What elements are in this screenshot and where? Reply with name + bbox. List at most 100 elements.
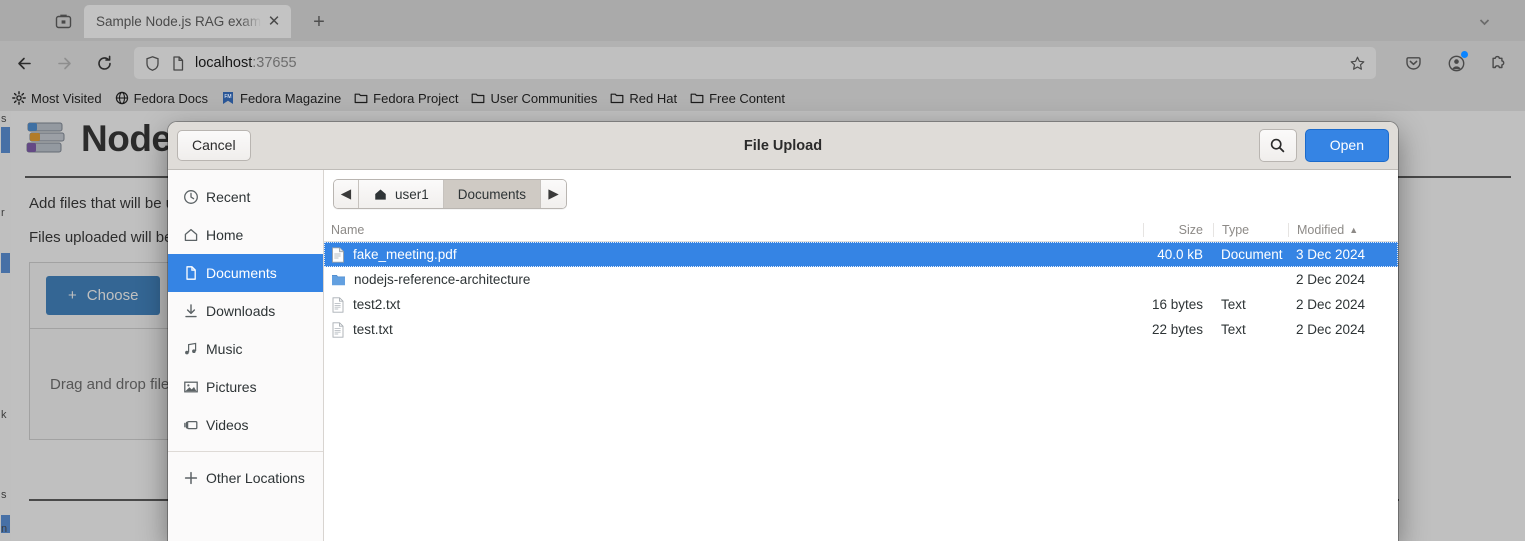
column-header-modified-label: Modified [1297,222,1345,237]
home-icon [183,227,206,243]
bookmark-label: Fedora Magazine [240,90,342,106]
sidebar-item-documents[interactable]: Documents [168,254,323,292]
table-row[interactable]: test.txt 22 bytes Text 2 Dec 2024 [324,317,1398,342]
text-file-icon [331,321,345,338]
reload-button-icon[interactable] [89,48,120,79]
extensions-icon[interactable] [1484,48,1515,79]
file-upload-dialog: Cancel File Upload Open Recent Home Docu… [168,122,1398,541]
bookmark-fedora-project[interactable]: Fedora Project [354,88,458,108]
path-bar: ◀ user1 Documents ▶ [324,170,1398,218]
sidebar-item-label: Downloads [206,303,276,319]
file-type: Text [1221,322,1246,337]
forward-button-icon[interactable] [49,48,80,79]
url-port: :37655 [252,55,297,71]
folder-icon [331,272,346,288]
browser-window: Sample Node.js RAG example ✕ + localhost… [0,0,1525,541]
path-back-button[interactable]: ◀ [334,180,359,208]
text-file-icon [331,296,345,313]
folder-icon [610,91,624,105]
column-header-modified[interactable]: Modified ▲ [1288,222,1398,237]
document-icon [183,265,206,281]
breadcrumb-label: user1 [395,186,429,202]
bookmarks-toolbar: Most Visited Fedora Docs FM Fedora Magaz… [0,85,1525,111]
file-size: 16 bytes [1151,297,1203,312]
page-info-icon[interactable] [170,55,186,72]
svg-text:FM: FM [224,94,231,100]
file-browser-pane: ◀ user1 Documents ▶ Name Size Type Modif… [324,170,1398,541]
new-tab-button[interactable]: + [304,7,334,37]
firefox-view-icon[interactable] [46,6,80,36]
file-size: 22 bytes [1151,322,1203,337]
bookmark-label: Red Hat [629,90,678,106]
sidebar-item-label: Recent [206,189,251,205]
sidebar-item-pictures[interactable]: Pictures [168,368,323,406]
close-tab-icon[interactable]: ✕ [263,11,285,33]
sidebar-item-recent[interactable]: Recent [168,178,323,216]
account-icon[interactable] [1441,48,1472,79]
shield-icon[interactable] [144,55,161,72]
breadcrumb-label: Documents [457,186,527,202]
places-sidebar: Recent Home Documents Downloads Music Pi… [168,170,324,541]
url-text[interactable]: localhost:37655 [195,55,297,71]
bookmark-fedora-docs[interactable]: Fedora Docs [115,88,208,108]
path-forward-button[interactable]: ▶ [541,180,567,208]
toolbar-end-icons [1386,48,1525,79]
column-header-type[interactable]: Type [1213,222,1288,237]
sidebar-item-other-locations[interactable]: Other Locations [168,459,323,497]
table-row[interactable]: fake_meeting.pdf 40.0 kB Document 3 Dec … [324,242,1398,267]
file-modified: 2 Dec 2024 [1296,322,1366,337]
table-row[interactable]: test2.txt 16 bytes Text 2 Dec 2024 [324,292,1398,317]
sidebar-item-label: Documents [206,265,277,281]
dialog-header-bar: Cancel File Upload Open [168,122,1398,170]
breadcrumb: ◀ user1 Documents ▶ [333,179,568,209]
search-icon[interactable] [1258,129,1297,162]
bookmark-red-hat[interactable]: Red Hat [610,88,677,108]
sidebar-item-label: Other Locations [206,470,305,486]
tab-title: Sample Node.js RAG example [96,14,263,29]
list-all-tabs-chevron-down-icon[interactable] [1471,8,1497,34]
sidebar-item-label: Music [206,341,243,357]
bookmark-label: Fedora Docs [133,90,208,106]
music-icon [183,341,206,357]
sidebar-item-videos[interactable]: Videos [168,406,323,444]
video-icon [183,417,206,433]
fm-bookmark-icon: FM [221,91,235,105]
tab-bar: Sample Node.js RAG example ✕ + [0,0,1525,41]
back-button-icon[interactable] [9,48,40,79]
plus-icon [183,470,206,486]
column-header-size[interactable]: Size [1143,222,1213,237]
file-type: Document [1221,247,1283,262]
file-modified: 3 Dec 2024 [1296,247,1366,262]
file-name-cell: fake_meeting.pdf [324,246,1143,263]
bookmark-user-communities[interactable]: User Communities [471,88,597,108]
picture-icon [183,379,206,395]
folder-icon [690,91,704,105]
sidebar-item-music[interactable]: Music [168,330,323,368]
breadcrumb-user1[interactable]: user1 [359,180,444,208]
bookmark-fedora-magazine[interactable]: FM Fedora Magazine [221,88,341,108]
sidebar-item-label: Videos [206,417,249,433]
breadcrumb-documents[interactable]: Documents [443,180,542,208]
file-name: fake_meeting.pdf [353,247,457,262]
sidebar-item-downloads[interactable]: Downloads [168,292,323,330]
browser-tab[interactable]: Sample Node.js RAG example ✕ [84,5,291,38]
download-icon [183,303,206,319]
cancel-button[interactable]: Cancel [177,129,251,162]
bookmark-label: User Communities [490,90,598,106]
pocket-save-icon[interactable] [1398,48,1429,79]
bookmark-star-icon[interactable] [1344,50,1370,76]
table-row[interactable]: nodejs-reference-architecture 2 Dec 2024 [324,267,1398,292]
dialog-body: Recent Home Documents Downloads Music Pi… [168,170,1398,541]
url-host: localhost [195,55,253,71]
file-type: Text [1221,297,1246,312]
pdf-file-icon [331,246,345,263]
bookmark-most-visited[interactable]: Most Visited [12,88,102,108]
column-header-name[interactable]: Name [324,223,1143,237]
file-name-cell: test.txt [324,321,1143,338]
open-button[interactable]: Open [1304,128,1389,163]
url-bar[interactable]: localhost:37655 [134,47,1376,79]
bookmark-label: Most Visited [31,90,102,106]
sidebar-item-home[interactable]: Home [168,216,323,254]
sort-ascending-icon: ▲ [1349,224,1359,235]
bookmark-free-content[interactable]: Free Content [690,88,785,108]
